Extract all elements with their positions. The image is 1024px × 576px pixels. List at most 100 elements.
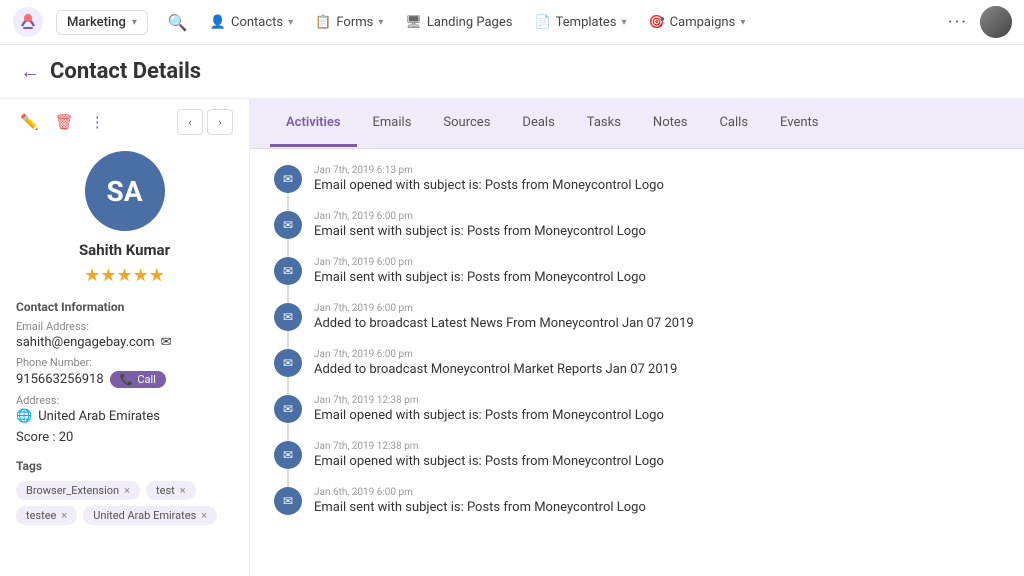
contact-avatar: SA — [85, 151, 165, 231]
contacts-icon: 👤 — [210, 15, 226, 30]
user-avatar-button[interactable] — [980, 6, 1012, 38]
activity-timestamp: Jan 7th, 2019 6:00 pm — [314, 303, 1000, 314]
nav-item-campaigns[interactable]: 🎯 Campaigns ▾ — [638, 9, 755, 36]
tags-list: Browser_Extension×test×testee×United Ara… — [16, 481, 233, 525]
activity-item: ✉Jan 7th, 2019 6:00 pmEmail sent with su… — [274, 211, 1000, 239]
tab-emails[interactable]: Emails — [357, 101, 428, 147]
activity-item: ✉Jan 7th, 2019 12:38 pmEmail opened with… — [274, 395, 1000, 423]
activity-item: ✉ Jan 7th, 2019 6:00 pm Added to broadcast… — [274, 303, 1000, 331]
nav-label-landing-pages: Landing Pages — [427, 15, 513, 30]
activity-icon: ✉ — [274, 257, 302, 285]
campaigns-icon: 🎯 — [648, 15, 664, 30]
activity-icon: ✉ — [274, 303, 302, 331]
activity-timestamp: Jan 7th, 2019 12:38 pm — [314, 441, 1000, 452]
forms-chevron: ▾ — [378, 17, 383, 28]
tag-remove-button[interactable]: × — [201, 509, 207, 522]
tag-remove-button[interactable]: × — [180, 484, 186, 497]
app-logo[interactable] — [12, 6, 44, 38]
tag-remove-button[interactable]: × — [124, 484, 130, 497]
tags-section: Tags Browser_Extension×test×testee×Unite… — [16, 459, 233, 525]
call-button[interactable]: 📞 Call — [110, 371, 166, 388]
page-header: ← Contact Details — [0, 45, 1024, 99]
activity-text: Email opened with subject is: Posts from… — [314, 408, 1000, 423]
tab-activities[interactable]: Activities — [270, 101, 357, 147]
tag-remove-button[interactable]: × — [61, 509, 67, 522]
email-label: Email Address: — [16, 320, 233, 333]
tab-notes[interactable]: Notes — [637, 101, 704, 147]
activity-timestamp: Jan 7th, 2019 6:13 pm — [314, 165, 1000, 176]
phone-value: 915663256918 📞 Call — [16, 371, 233, 388]
globe-icon: 🌐 — [16, 409, 32, 424]
email-value: sahith@engagebay.com ✉ — [16, 335, 233, 350]
phone-label: Phone Number: — [16, 356, 233, 369]
activity-icon: ✉ — [274, 441, 302, 469]
nav-item-templates[interactable]: 📄 Templates ▾ — [524, 9, 636, 36]
page-container: ← Contact Details ✏️ 🗑 ⋮ ‹ › SA Sahith K… — [0, 45, 1024, 576]
tag-item: Browser_Extension× — [16, 481, 140, 500]
templates-chevron: ▾ — [621, 17, 626, 28]
activity-text: Added to broadcast Moneycontrol Market R… — [314, 362, 1000, 377]
workspace-selector[interactable]: Marketing ▾ — [56, 10, 148, 35]
forms-icon: 📋 — [315, 15, 331, 30]
search-button[interactable]: 🔍 — [160, 9, 196, 36]
activity-icon: ✉ — [274, 395, 302, 423]
activity-icon: ✉ — [274, 487, 302, 515]
edit-button[interactable]: ✏️ — [16, 109, 43, 135]
user-avatar — [980, 6, 1012, 38]
top-navigation: Marketing ▾ 🔍 👤 Contacts ▾ 📋 Forms ▾ 🖥 L… — [0, 0, 1024, 45]
activity-content: Jan 7th, 2019 6:00 pm Email sent with sub… — [314, 257, 1000, 285]
activity-text: Added to broadcast Latest News From Mone… — [314, 316, 1000, 331]
tab-tasks[interactable]: Tasks — [571, 101, 637, 147]
activity-timestamp: Jan 7th, 2019 6:00 pm — [314, 211, 1000, 222]
activity-item: ✉ Jan 7th, 2019 6:00 pm Email sent with su… — [274, 257, 1000, 285]
nav-label-contacts: Contacts — [231, 15, 283, 30]
tabs-bar: ActivitiesEmailsSourcesDealsTasksNotesCa… — [250, 99, 1024, 149]
contact-rating: ★★★★★ — [16, 265, 233, 286]
back-button[interactable]: ← — [20, 59, 40, 84]
activity-content: Jan 6th, 2019 6:00 pmEmail sent with sub… — [314, 487, 1000, 515]
campaigns-chevron: ▾ — [740, 17, 745, 28]
nav-label-campaigns: Campaigns — [670, 15, 736, 30]
nav-label-templates: Templates — [556, 15, 617, 30]
address-label: Address: — [16, 394, 233, 407]
activity-content: Jan 7th, 2019 6:00 pmAdded to broadcast … — [314, 349, 1000, 377]
nav-label-forms: Forms — [336, 15, 373, 30]
nav-items: 👤 Contacts ▾ 📋 Forms ▾ 🖥 Landing Pages 📄… — [200, 9, 936, 36]
tab-events[interactable]: Events — [764, 101, 834, 147]
delete-button[interactable]: 🗑 — [51, 109, 78, 135]
nav-item-landing-pages[interactable]: 🖥 Landing Pages — [395, 9, 522, 36]
more-options-button[interactable]: ⋮ — [86, 109, 109, 135]
page-title: Contact Details — [50, 59, 201, 84]
activity-icon: ✉ — [274, 349, 302, 377]
nav-arrows: ‹ › — [177, 109, 233, 135]
next-contact-button[interactable]: › — [207, 109, 233, 135]
phone-icon: 📞 — [120, 373, 134, 386]
workspace-label: Marketing — [67, 15, 126, 30]
contact-score: Score : 20 — [16, 430, 233, 445]
more-menu-button[interactable]: ··· — [940, 6, 976, 39]
tag-label: testee — [26, 509, 56, 522]
tags-title: Tags — [16, 459, 233, 473]
tab-deals[interactable]: Deals — [506, 101, 570, 147]
activities-feed: ✉Jan 7th, 2019 6:13 pmEmail opened with … — [250, 149, 1024, 576]
contact-sidebar: ✏️ 🗑 ⋮ ‹ › SA Sahith Kumar ★★★★★ Contact… — [0, 99, 250, 576]
activity-content: Jan 7th, 2019 6:00 pm Email sent with sub… — [314, 211, 1000, 239]
tab-sources[interactable]: Sources — [427, 101, 506, 147]
info-section-title: Contact Information — [16, 300, 233, 314]
activity-content: Jan 7th, 2019 6:13 pmEmail opened with s… — [314, 165, 1000, 193]
nav-item-forms[interactable]: 📋 Forms ▾ — [305, 9, 393, 36]
activity-text: Email opened with subject is: Posts from… — [314, 454, 1000, 469]
activity-text: Email sent with subject is: Posts from M… — [314, 224, 1000, 239]
contact-name: Sahith Kumar — [16, 241, 233, 259]
tab-calls[interactable]: Calls — [703, 101, 764, 147]
activity-timestamp: Jan 7th, 2019 6:00 pm — [314, 257, 1000, 268]
sidebar-toolbar: ✏️ 🗑 ⋮ ‹ › — [16, 109, 233, 135]
activity-item: ✉ Jan 7th, 2019 12:38 pm Email opened with… — [274, 441, 1000, 469]
activity-item: ✉ Jan 7th, 2019 6:00 pmAdded to broadcast… — [274, 349, 1000, 377]
landing-pages-icon: 🖥 — [405, 15, 422, 30]
activity-text: Email sent with subject is: Posts from M… — [314, 270, 1000, 285]
email-icon: ✉ — [161, 335, 172, 350]
nav-item-contacts[interactable]: 👤 Contacts ▾ — [200, 9, 303, 36]
prev-contact-button[interactable]: ‹ — [177, 109, 203, 135]
tag-label: test — [156, 484, 175, 497]
